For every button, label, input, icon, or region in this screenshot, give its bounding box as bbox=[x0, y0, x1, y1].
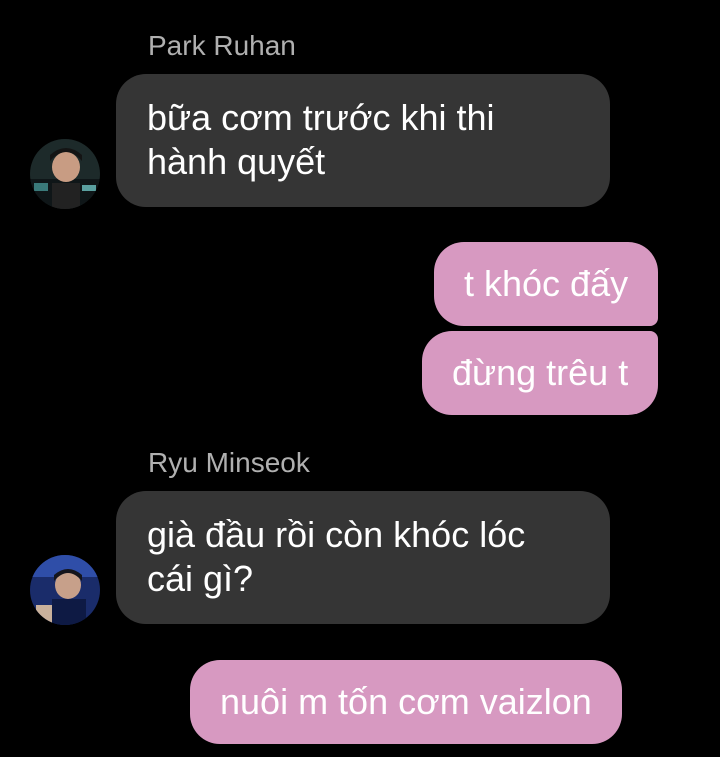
avatar-photo-icon bbox=[30, 555, 100, 625]
message-bubble-outgoing[interactable]: đừng trêu t bbox=[422, 331, 659, 415]
avatar-photo-icon bbox=[30, 139, 100, 209]
message-bubble-outgoing[interactable]: nuôi m tốn cơm vaizlon bbox=[190, 660, 622, 744]
message-bubble-incoming[interactable]: già đầu rồi còn khóc lóc cái gì? bbox=[116, 491, 610, 624]
message-bubble-incoming[interactable]: bữa cơm trước khi thi hành quyết bbox=[116, 74, 610, 207]
message-text: nuôi m tốn cơm vaizlon bbox=[220, 681, 592, 722]
message-bubble-outgoing[interactable]: t khóc đấy bbox=[434, 242, 659, 326]
message-text: đừng trêu t bbox=[452, 352, 629, 393]
message-text: t khóc đấy bbox=[464, 263, 629, 304]
message-text: bữa cơm trước khi thi hành quyết bbox=[147, 97, 495, 182]
avatar-park-ruhan[interactable] bbox=[30, 139, 100, 209]
sender-name-park-ruhan: Park Ruhan bbox=[148, 30, 296, 61]
avatar-ryu-minseok[interactable] bbox=[30, 555, 100, 625]
sender-name-ryu-minseok: Ryu Minseok bbox=[148, 447, 310, 478]
message-text: già đầu rồi còn khóc lóc cái gì? bbox=[147, 514, 526, 599]
